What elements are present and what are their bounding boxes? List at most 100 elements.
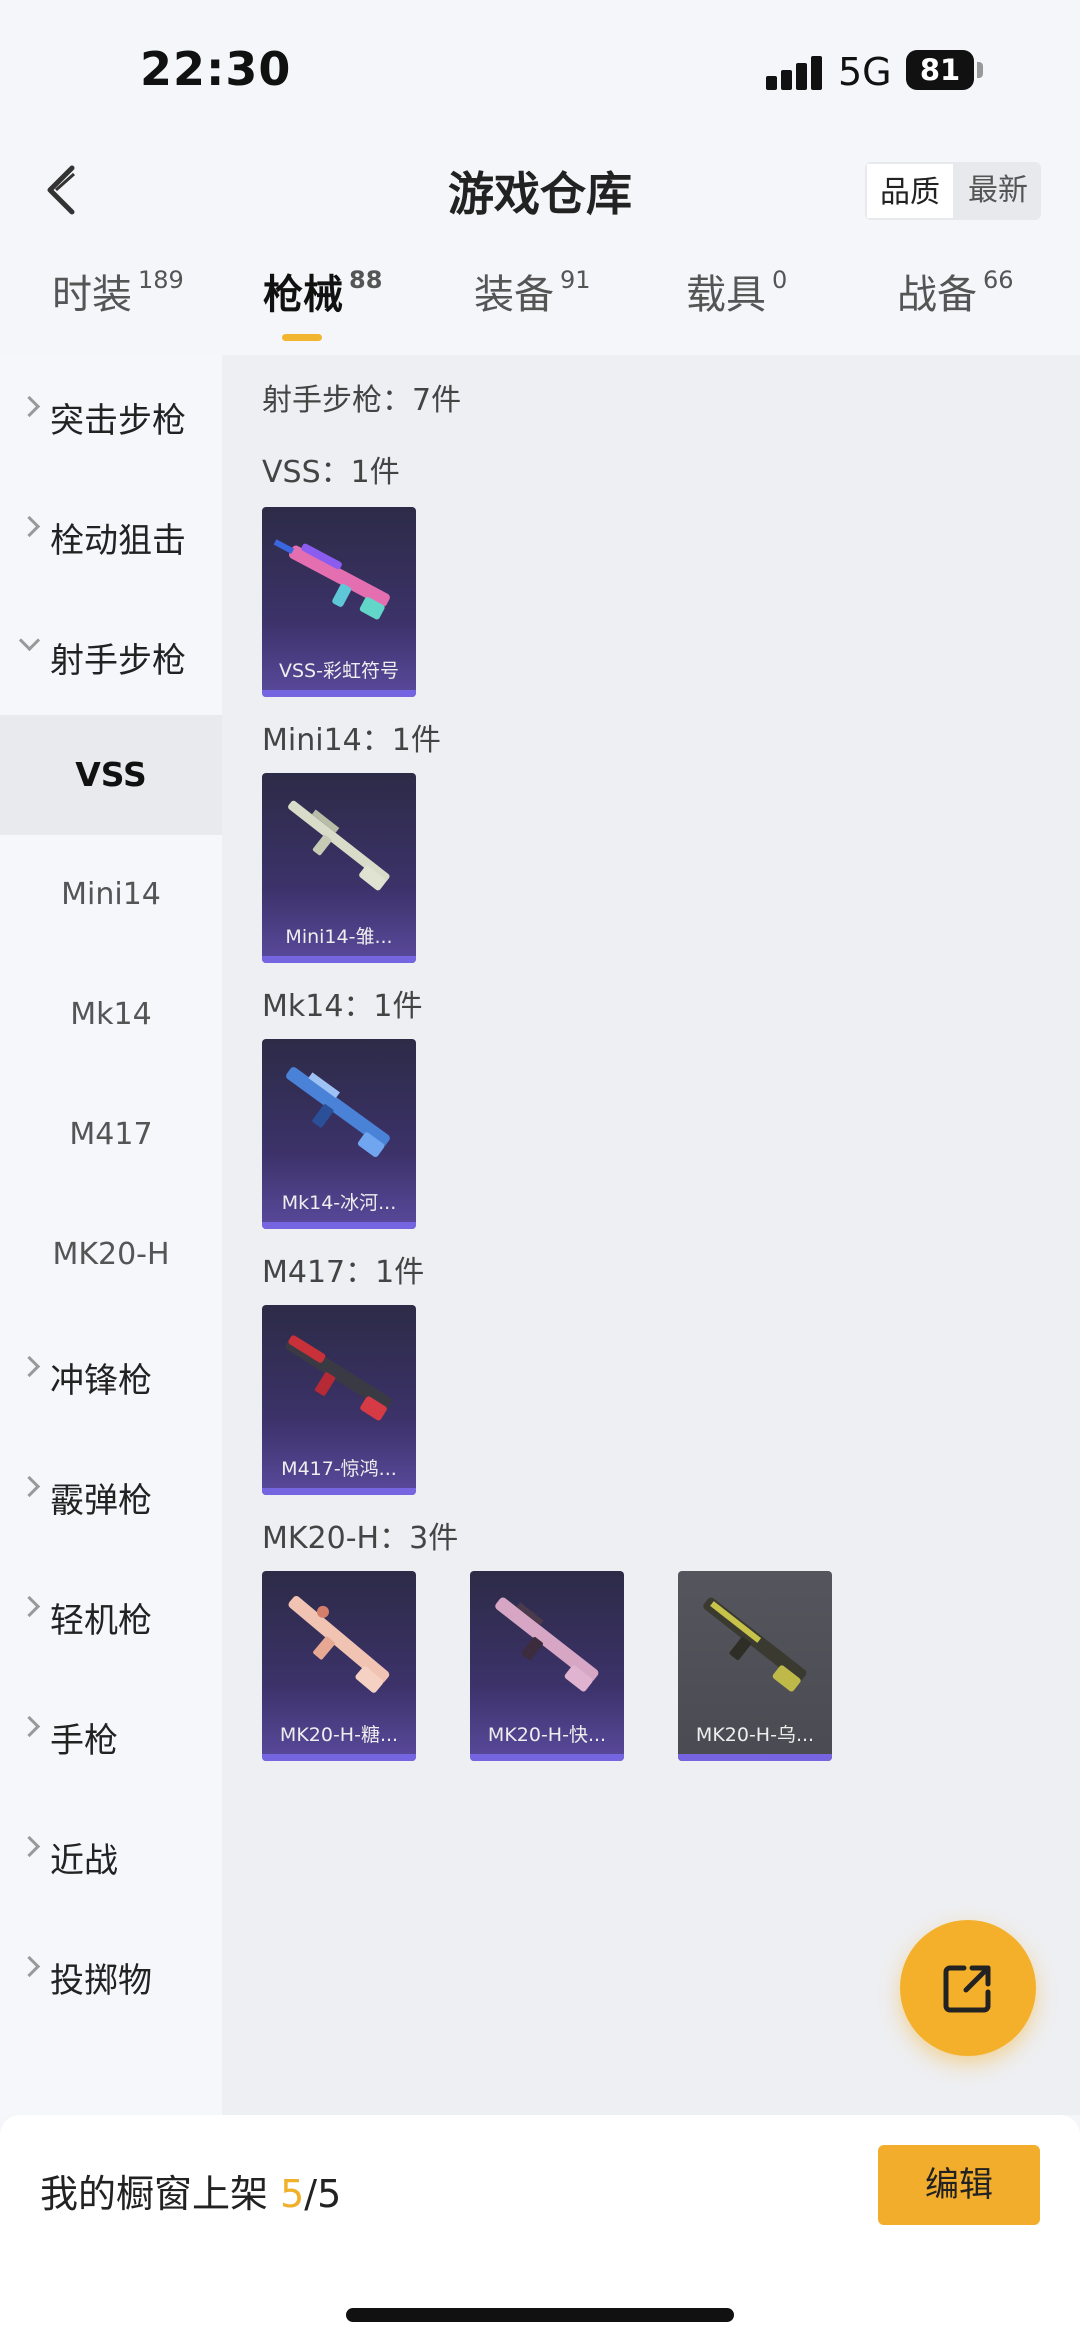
tab-supplies[interactable]: 战备 66 bbox=[897, 262, 1014, 320]
share-icon bbox=[943, 1965, 991, 2013]
sidebar-sub-vss[interactable]: VSS bbox=[0, 715, 222, 835]
sidebar-item-pistol[interactable]: 手枪 bbox=[0, 1675, 222, 1795]
gun-icon bbox=[273, 539, 390, 620]
home-indicator[interactable] bbox=[346, 2308, 734, 2322]
section-label: M417：1件 bbox=[262, 1255, 425, 1290]
tab-count: 0 bbox=[772, 265, 788, 294]
sidebar-item-throwable[interactable]: 投掷物 bbox=[0, 1915, 222, 2035]
weapon-name: Mk14-冰河... bbox=[281, 1192, 397, 1214]
sort-quality-button[interactable]: 品质 bbox=[865, 162, 955, 220]
sidebar-sub-m417[interactable]: M417 bbox=[0, 1075, 222, 1195]
showcase-total: /5 bbox=[304, 2172, 342, 2216]
section-label: MK20-H：3件 bbox=[262, 1521, 459, 1556]
chevron-right-icon bbox=[18, 395, 41, 418]
sidebar-item-bolt-sniper[interactable]: 栓动狙击 bbox=[0, 475, 222, 595]
tab-vehicles[interactable]: 载具 0 bbox=[686, 262, 787, 320]
back-arrow-icon bbox=[47, 165, 75, 215]
sort-newest-button[interactable]: 最新 bbox=[955, 162, 1041, 220]
sidebar-item-melee[interactable]: 近战 bbox=[0, 1795, 222, 1915]
gun-icon bbox=[286, 1067, 390, 1158]
chevron-right-icon bbox=[18, 1595, 41, 1618]
chevron-right-icon bbox=[18, 515, 41, 538]
weapon-name: MK20-H-乌... bbox=[695, 1724, 815, 1746]
tab-count: 66 bbox=[983, 265, 1014, 294]
sidebar-item-label: 射手步枪 bbox=[50, 641, 186, 681]
edit-button[interactable]: 编辑 bbox=[878, 2145, 1040, 2225]
weapon-card[interactable]: VSS-彩虹符号 bbox=[262, 507, 416, 697]
section-label: Mini14：1件 bbox=[262, 723, 441, 758]
weapon-card[interactable]: M417-惊鸿... bbox=[262, 1305, 416, 1495]
tab-label: 载具 bbox=[686, 272, 766, 318]
showcase-status: 我的橱窗上架 5/5 bbox=[40, 2163, 341, 2218]
sidebar-item-label: 投掷物 bbox=[50, 1961, 152, 2001]
sidebar-item-label: 轻机枪 bbox=[50, 1601, 152, 1641]
chevron-right-icon bbox=[18, 1475, 41, 1498]
sidebar-item-assault-rifle[interactable]: 突击步枪 bbox=[0, 355, 222, 475]
section-label: VSS：1件 bbox=[262, 455, 400, 490]
sidebar-sub-mk20h[interactable]: MK20-H bbox=[0, 1195, 222, 1315]
status-bar: 22:30 5G 81 bbox=[0, 0, 1080, 140]
sidebar-item-label: 近战 bbox=[50, 1841, 118, 1881]
sidebar-sub-mk14[interactable]: Mk14 bbox=[0, 955, 222, 1075]
quality-bar bbox=[262, 956, 416, 963]
tab-guns[interactable]: 枪械 88 bbox=[263, 262, 382, 320]
category-tabs: 时装 189 枪械 88 装备 91 载具 0 战备 66 bbox=[0, 262, 1080, 352]
showcase-label: 我的橱窗上架 bbox=[40, 2172, 269, 2216]
battery-icon: 81 bbox=[906, 50, 974, 90]
sidebar-item-label: 突击步枪 bbox=[50, 401, 186, 441]
chevron-right-icon bbox=[18, 1835, 41, 1858]
weapon-card[interactable]: MK20-H-快... bbox=[470, 1571, 624, 1761]
sidebar-item-shotgun[interactable]: 霰弹枪 bbox=[0, 1435, 222, 1555]
signal-icon bbox=[766, 54, 824, 90]
tab-label: 装备 bbox=[474, 272, 554, 318]
quality-bar bbox=[262, 1754, 416, 1761]
sidebar-item-smg[interactable]: 冲锋枪 bbox=[0, 1315, 222, 1435]
quality-bar bbox=[678, 1754, 832, 1761]
tab-count: 91 bbox=[560, 265, 591, 294]
tab-label: 枪械 bbox=[263, 272, 343, 318]
sidebar-item-marksman-rifle[interactable]: 射手步枪 bbox=[0, 595, 222, 715]
sidebar-sub-mini14[interactable]: Mini14 bbox=[0, 835, 222, 955]
share-button[interactable] bbox=[900, 1920, 1036, 2056]
gun-icon bbox=[288, 1596, 390, 1693]
sidebar-item-label: 手枪 bbox=[50, 1721, 118, 1761]
active-tab-indicator bbox=[282, 334, 322, 341]
sidebar-item-label: 栓动狙击 bbox=[50, 521, 186, 561]
sidebar-item-lmg[interactable]: 轻机枪 bbox=[0, 1555, 222, 1675]
chevron-right-icon bbox=[18, 1355, 41, 1378]
inventory-content: 射手步枪：7件 VSS：1件 VSS-彩虹符号 Mini14：1件 Mini14… bbox=[222, 355, 1080, 2115]
status-time: 22:30 bbox=[140, 42, 292, 96]
weapon-name: MK20-H-快... bbox=[487, 1724, 607, 1746]
sidebar-item-label: 霰弹枪 bbox=[50, 1481, 152, 1521]
sidebar: 突击步枪 栓动狙击 射手步枪 VSS Mini14 Mk14 M417 MK20… bbox=[0, 355, 222, 2115]
chevron-down-icon bbox=[18, 629, 41, 652]
tab-count: 189 bbox=[138, 265, 184, 294]
quality-bar bbox=[470, 1754, 624, 1761]
back-button[interactable] bbox=[34, 160, 94, 220]
gun-icon bbox=[285, 1335, 392, 1421]
gun-icon bbox=[703, 1597, 807, 1692]
gun-icon bbox=[495, 1597, 599, 1692]
network-type: 5G bbox=[838, 50, 892, 94]
weapon-card[interactable]: Mk14-冰河... bbox=[262, 1039, 416, 1229]
weapon-name: Mini14-雏... bbox=[285, 926, 393, 948]
quality-bar bbox=[262, 1222, 416, 1229]
battery-cap bbox=[977, 62, 983, 78]
sort-toggle: 品质 最新 bbox=[865, 162, 1041, 220]
tab-count: 88 bbox=[349, 265, 383, 294]
tab-equipment[interactable]: 装备 91 bbox=[474, 262, 591, 320]
tab-label: 战备 bbox=[897, 272, 977, 318]
weapon-card[interactable]: MK20-H-糖... bbox=[262, 1571, 416, 1761]
chevron-right-icon bbox=[18, 1715, 41, 1738]
tab-label: 时装 bbox=[52, 272, 132, 318]
section-label: Mk14：1件 bbox=[262, 989, 423, 1024]
weapon-card[interactable]: Mini14-雏... bbox=[262, 773, 416, 963]
tab-fashion[interactable]: 时装 189 bbox=[52, 262, 184, 320]
weapon-name: VSS-彩虹符号 bbox=[279, 660, 399, 682]
gun-icon bbox=[288, 800, 390, 891]
total-count-label: 射手步枪：7件 bbox=[262, 383, 462, 418]
weapon-name: M417-惊鸿... bbox=[281, 1458, 397, 1480]
weapon-card[interactable]: MK20-H-乌... bbox=[678, 1571, 832, 1761]
quality-bar bbox=[262, 690, 416, 697]
weapon-name: MK20-H-糖... bbox=[279, 1724, 399, 1746]
